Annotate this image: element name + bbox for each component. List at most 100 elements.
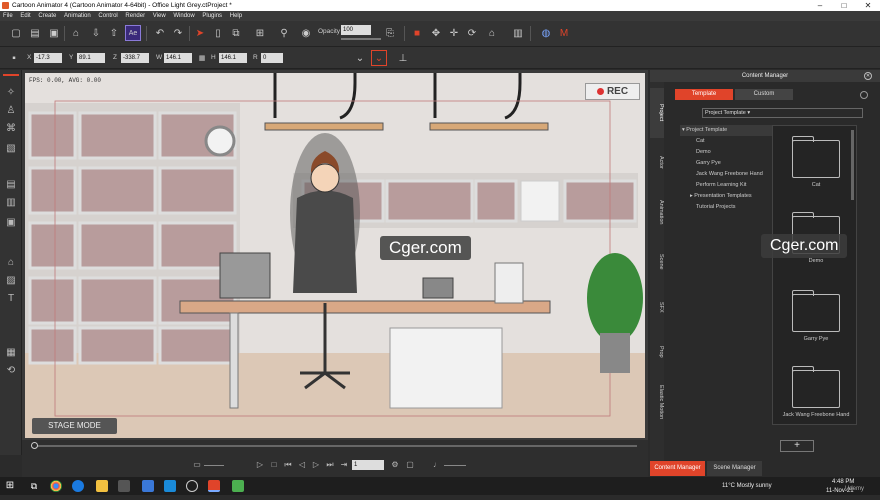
last-frame-icon[interactable]: ⏭	[325, 460, 335, 470]
opacity-slider[interactable]	[341, 38, 381, 40]
windows-start-icon[interactable]: ⊞	[4, 480, 16, 492]
tab-custom[interactable]: Custom	[735, 89, 793, 100]
tree-item[interactable]: Garry Pye	[680, 158, 774, 169]
visibility-icon[interactable]: ◉	[298, 25, 314, 41]
tab-prop[interactable]: Prop	[650, 332, 664, 372]
smart-search-icon[interactable]: ◍	[538, 25, 554, 41]
tree-item[interactable]: Perform Learning Kit	[680, 180, 774, 191]
effect-icon[interactable]: ▣	[4, 216, 18, 230]
tab-sfx[interactable]: SFX	[650, 287, 664, 327]
tree-item[interactable]: Demo	[680, 147, 774, 158]
tab-project[interactable]: Project	[650, 88, 664, 138]
close-panel-icon[interactable]: ✕	[864, 72, 872, 80]
menu-plugins[interactable]: Plugins	[199, 11, 225, 21]
record-icon[interactable]: ■	[409, 25, 425, 41]
reset-icon[interactable]: ⟲	[4, 364, 18, 378]
after-effects-icon[interactable]: Ae	[125, 25, 141, 41]
collapse-icon[interactable]	[860, 91, 868, 99]
menu-file[interactable]: File	[0, 11, 16, 21]
speed-slider[interactable]	[204, 465, 224, 466]
timeline-handle[interactable]	[31, 442, 38, 449]
undo-icon[interactable]: ↶	[152, 25, 168, 41]
face-key-icon[interactable]: ⎘	[382, 25, 398, 41]
store-icon[interactable]	[118, 480, 130, 492]
import-icon[interactable]: ⇩	[88, 25, 104, 41]
scene-icon[interactable]: ▤	[4, 178, 18, 192]
save-icon[interactable]: ▣	[46, 25, 62, 41]
snapshot-icon[interactable]: ▢	[405, 460, 415, 470]
menu-control[interactable]: Control	[95, 11, 120, 21]
volume-slider[interactable]	[444, 465, 466, 466]
app-icon-circle[interactable]	[186, 480, 198, 492]
range-icon[interactable]: ⇥	[339, 460, 349, 470]
next-frame-icon[interactable]: ▷	[311, 460, 321, 470]
move-icon[interactable]: ✛	[446, 25, 462, 41]
grid-icon[interactable]: ▦	[4, 346, 18, 360]
w-field[interactable]: 146.1	[164, 53, 192, 63]
flip-horizontal-icon[interactable]: ⌄	[352, 50, 368, 66]
explorer-icon[interactable]	[96, 480, 108, 492]
stop-icon[interactable]: □	[269, 460, 279, 470]
cartoon-animator-task-icon[interactable]	[208, 480, 220, 492]
prop-icon[interactable]: ⌂	[4, 256, 18, 270]
timeline-slider[interactable]	[32, 445, 637, 447]
tab-scene-manager[interactable]: Scene Manager	[707, 461, 762, 476]
z-field[interactable]: -338.7	[121, 53, 149, 63]
tab-scene[interactable]: Scene	[650, 242, 664, 282]
align-icon[interactable]: ⊞	[252, 25, 268, 41]
frame-field[interactable]: 1	[352, 460, 384, 470]
thumbnail-item[interactable]: Cat	[781, 136, 851, 188]
menu-render[interactable]: Render	[122, 11, 148, 21]
flip-vertical-icon[interactable]: ⌄	[371, 50, 387, 66]
select-tool-icon[interactable]: ➤	[192, 25, 208, 41]
minimize-button[interactable]: –	[808, 0, 832, 11]
store-icon[interactable]: ⌂	[68, 25, 84, 41]
tree-item[interactable]: Jack Wang Freebone Hand	[680, 169, 774, 180]
menu-animation[interactable]: Animation	[61, 11, 94, 21]
home-icon[interactable]: ⌂	[484, 25, 500, 41]
paste-icon[interactable]: ▯	[210, 25, 226, 41]
tree-item[interactable]: Tutorial Projects	[680, 202, 774, 213]
transform-mode-icon[interactable]: ▪	[6, 50, 22, 66]
tree-item[interactable]: ▸ Presentation Templates	[680, 191, 774, 202]
play-icon[interactable]: ▷	[255, 460, 265, 470]
x-field[interactable]: -17.3	[34, 53, 62, 63]
link-icon[interactable]: ⚲	[276, 25, 292, 41]
maximize-button[interactable]: □	[832, 0, 856, 11]
image-icon[interactable]: ▨	[4, 274, 18, 288]
tab-elastic-motion[interactable]: Elastic Motion	[650, 377, 664, 427]
chrome-icon[interactable]	[50, 480, 62, 492]
group-icon[interactable]: ⧉	[228, 25, 244, 41]
edge-icon[interactable]	[72, 480, 84, 492]
scrollbar[interactable]	[851, 130, 854, 200]
h-field[interactable]: 146.1	[219, 53, 247, 63]
prev-frame-icon[interactable]: ◁	[297, 460, 307, 470]
stage-canvas[interactable]: FPS: 0.00, AVG: 0.00 REC Cger.com STAGE …	[25, 73, 645, 438]
app-icon-green[interactable]	[232, 480, 244, 492]
rotate-icon[interactable]: ⟳	[464, 25, 480, 41]
text-icon[interactable]: T	[4, 292, 18, 306]
new-file-icon[interactable]: ▢	[8, 25, 24, 41]
tab-actor[interactable]: Actor	[650, 142, 664, 182]
thumbnail-item[interactable]: Jack Wang Freebone Hand	[781, 366, 851, 418]
menu-help[interactable]: Help	[227, 11, 245, 21]
bone-icon[interactable]: ⌘	[4, 122, 18, 136]
first-frame-icon[interactable]: ⏮	[283, 460, 293, 470]
pivot-icon[interactable]: ⊥	[395, 50, 411, 66]
export-icon[interactable]: ⇧	[106, 25, 122, 41]
r-field[interactable]: 0	[261, 53, 283, 63]
template-dropdown[interactable]: Project Template ▾	[702, 108, 863, 118]
menu-window[interactable]: Window	[170, 11, 197, 21]
tree-item[interactable]: ▾ Project Template	[680, 125, 774, 136]
layer-icon[interactable]: ▥	[4, 196, 18, 210]
loop-icon[interactable]: ▭	[192, 460, 202, 470]
actor-icon[interactable]: ✧	[4, 86, 18, 100]
weather-status[interactable]: 11°C Mostly sunny	[722, 477, 772, 495]
tree-item[interactable]: Cat	[680, 136, 774, 147]
app-icon-blue[interactable]	[164, 480, 176, 492]
add-button[interactable]: +	[780, 440, 814, 452]
camera-icon[interactable]: ▥	[510, 25, 526, 41]
mail-icon[interactable]	[142, 480, 154, 492]
tab-content-manager[interactable]: Content Manager	[650, 461, 705, 476]
menu-edit[interactable]: Edit	[17, 11, 33, 21]
